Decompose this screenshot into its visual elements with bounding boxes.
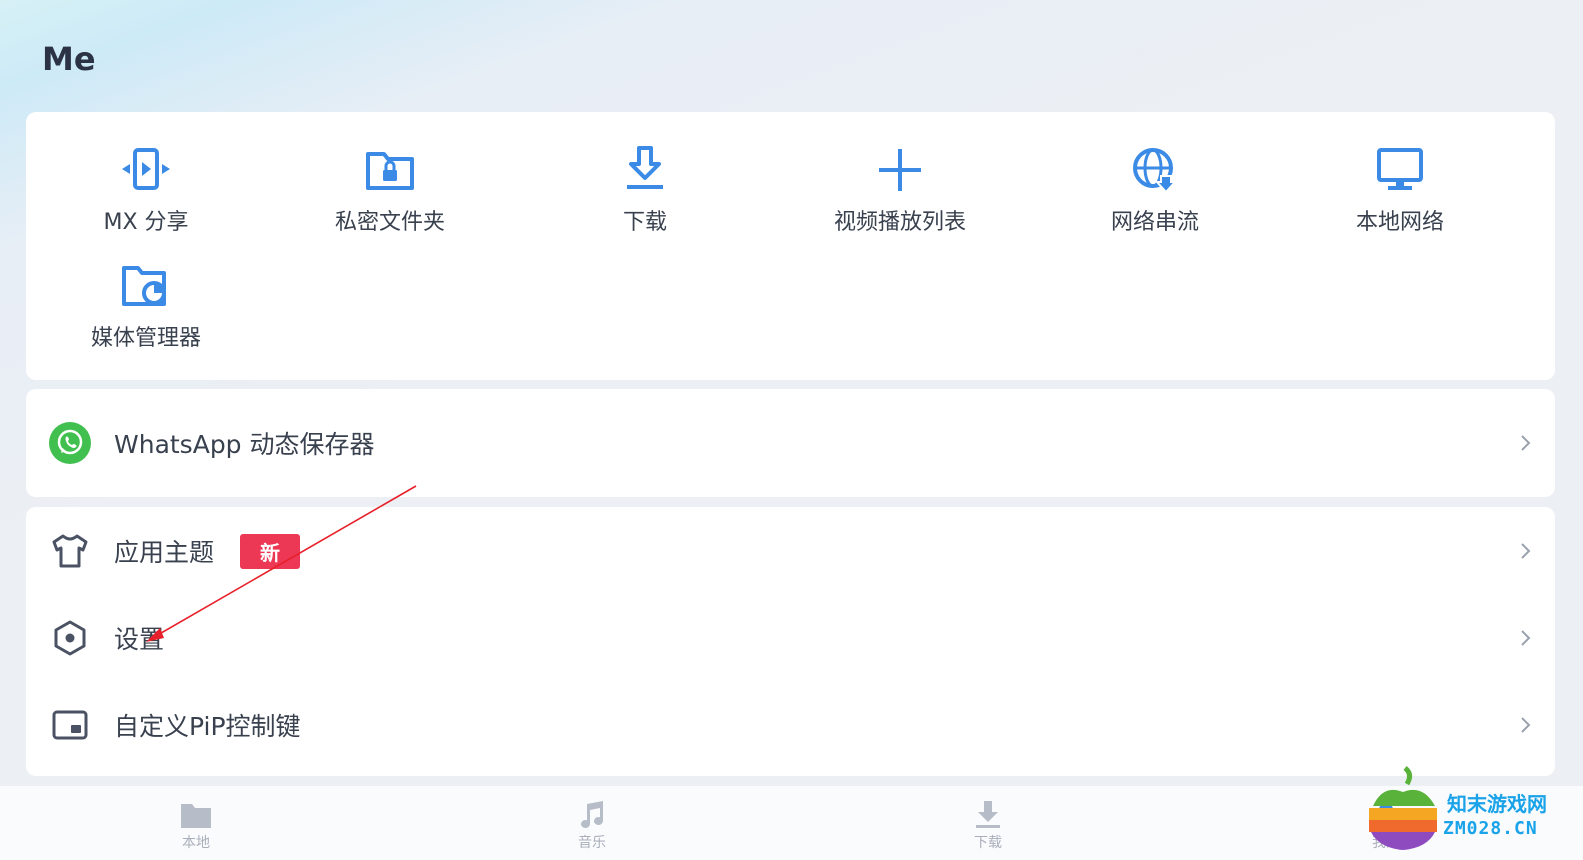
quick-action-label: MX 分享 xyxy=(103,210,189,235)
menu-card: 应用主题 新 设置 自定义PiP控制键 xyxy=(26,507,1555,776)
chevron-right-icon xyxy=(1521,543,1531,559)
mx-share-icon xyxy=(122,148,170,190)
quick-action-private-folder[interactable]: 私密文件夹 xyxy=(270,146,510,236)
quick-action-label: 本地网络 xyxy=(1355,210,1444,235)
whatsapp-icon xyxy=(48,421,92,465)
monitor-icon xyxy=(1377,148,1423,190)
apple-logo-icon xyxy=(1369,766,1437,850)
quick-actions-card: MX 分享 私密文件夹 下载 视频播放列表 网络串流 本地网络 媒体管理器 xyxy=(26,112,1555,380)
folder-icon xyxy=(181,804,211,828)
nav-tab-local[interactable]: 本地 xyxy=(136,800,256,852)
private-folder-icon xyxy=(366,152,414,190)
quick-action-download[interactable]: 下载 xyxy=(525,146,765,236)
nav-tab-music[interactable]: 音乐 xyxy=(532,800,652,852)
quick-action-media-manager[interactable]: 媒体管理器 xyxy=(26,262,266,352)
media-manager-icon xyxy=(122,266,166,306)
watermark-text: 知末游戏网 xyxy=(1447,792,1547,816)
chevron-right-icon xyxy=(1521,435,1531,451)
quick-action-network-stream[interactable]: 网络串流 xyxy=(1035,146,1275,236)
chevron-right-icon xyxy=(1521,630,1531,646)
menu-item-settings[interactable]: 设置 xyxy=(26,598,1555,678)
menu-item-label: 设置 xyxy=(114,625,165,654)
quick-action-mx-share[interactable]: MX 分享 xyxy=(26,146,266,236)
menu-item-label: 自定义PiP控制键 xyxy=(114,712,301,741)
bottom-nav: 本地 音乐 下载 我的 xyxy=(0,786,1583,860)
plus-icon xyxy=(879,149,921,191)
quick-action-label: 私密文件夹 xyxy=(334,210,445,235)
menu-item-label: 应用主题 xyxy=(114,538,215,567)
music-icon xyxy=(581,801,603,828)
nav-tab-label: 下载 xyxy=(974,835,1002,851)
whatsapp-status-saver-label: WhatsApp 动态保存器 xyxy=(114,430,375,459)
tshirt-icon xyxy=(48,529,92,573)
download-icon xyxy=(976,801,1000,828)
menu-item-app-theme[interactable]: 应用主题 新 xyxy=(26,511,1555,591)
watermark-url: ZM028.CN xyxy=(1443,818,1538,839)
watermark: 知末游戏网 ZM028.CN xyxy=(1363,766,1563,856)
quick-action-label: 网络串流 xyxy=(1110,210,1199,235)
quick-action-label: 下载 xyxy=(622,210,667,235)
quick-action-local-network[interactable]: 本地网络 xyxy=(1280,146,1520,236)
settings-icon xyxy=(48,616,92,660)
quick-action-label: 媒体管理器 xyxy=(90,326,201,351)
page-title: Me xyxy=(42,40,96,78)
menu-item-custom-pip-controls[interactable]: 自定义PiP控制键 xyxy=(26,685,1555,765)
new-badge: 新 xyxy=(240,533,300,569)
nav-tab-download[interactable]: 下载 xyxy=(928,800,1048,852)
nav-tab-label: 音乐 xyxy=(578,835,606,851)
pip-icon xyxy=(48,703,92,747)
nav-tab-label: 本地 xyxy=(182,835,210,851)
network-stream-icon xyxy=(1133,148,1178,194)
quick-action-label: 视频播放列表 xyxy=(833,210,966,235)
status-bar xyxy=(0,0,1583,6)
download-icon xyxy=(627,146,663,189)
whatsapp-card: WhatsApp 动态保存器 xyxy=(26,389,1555,497)
whatsapp-status-saver-row[interactable]: WhatsApp 动态保存器 xyxy=(26,403,1555,483)
quick-action-video-playlist[interactable]: 视频播放列表 xyxy=(780,146,1020,236)
chevron-right-icon xyxy=(1521,717,1531,733)
